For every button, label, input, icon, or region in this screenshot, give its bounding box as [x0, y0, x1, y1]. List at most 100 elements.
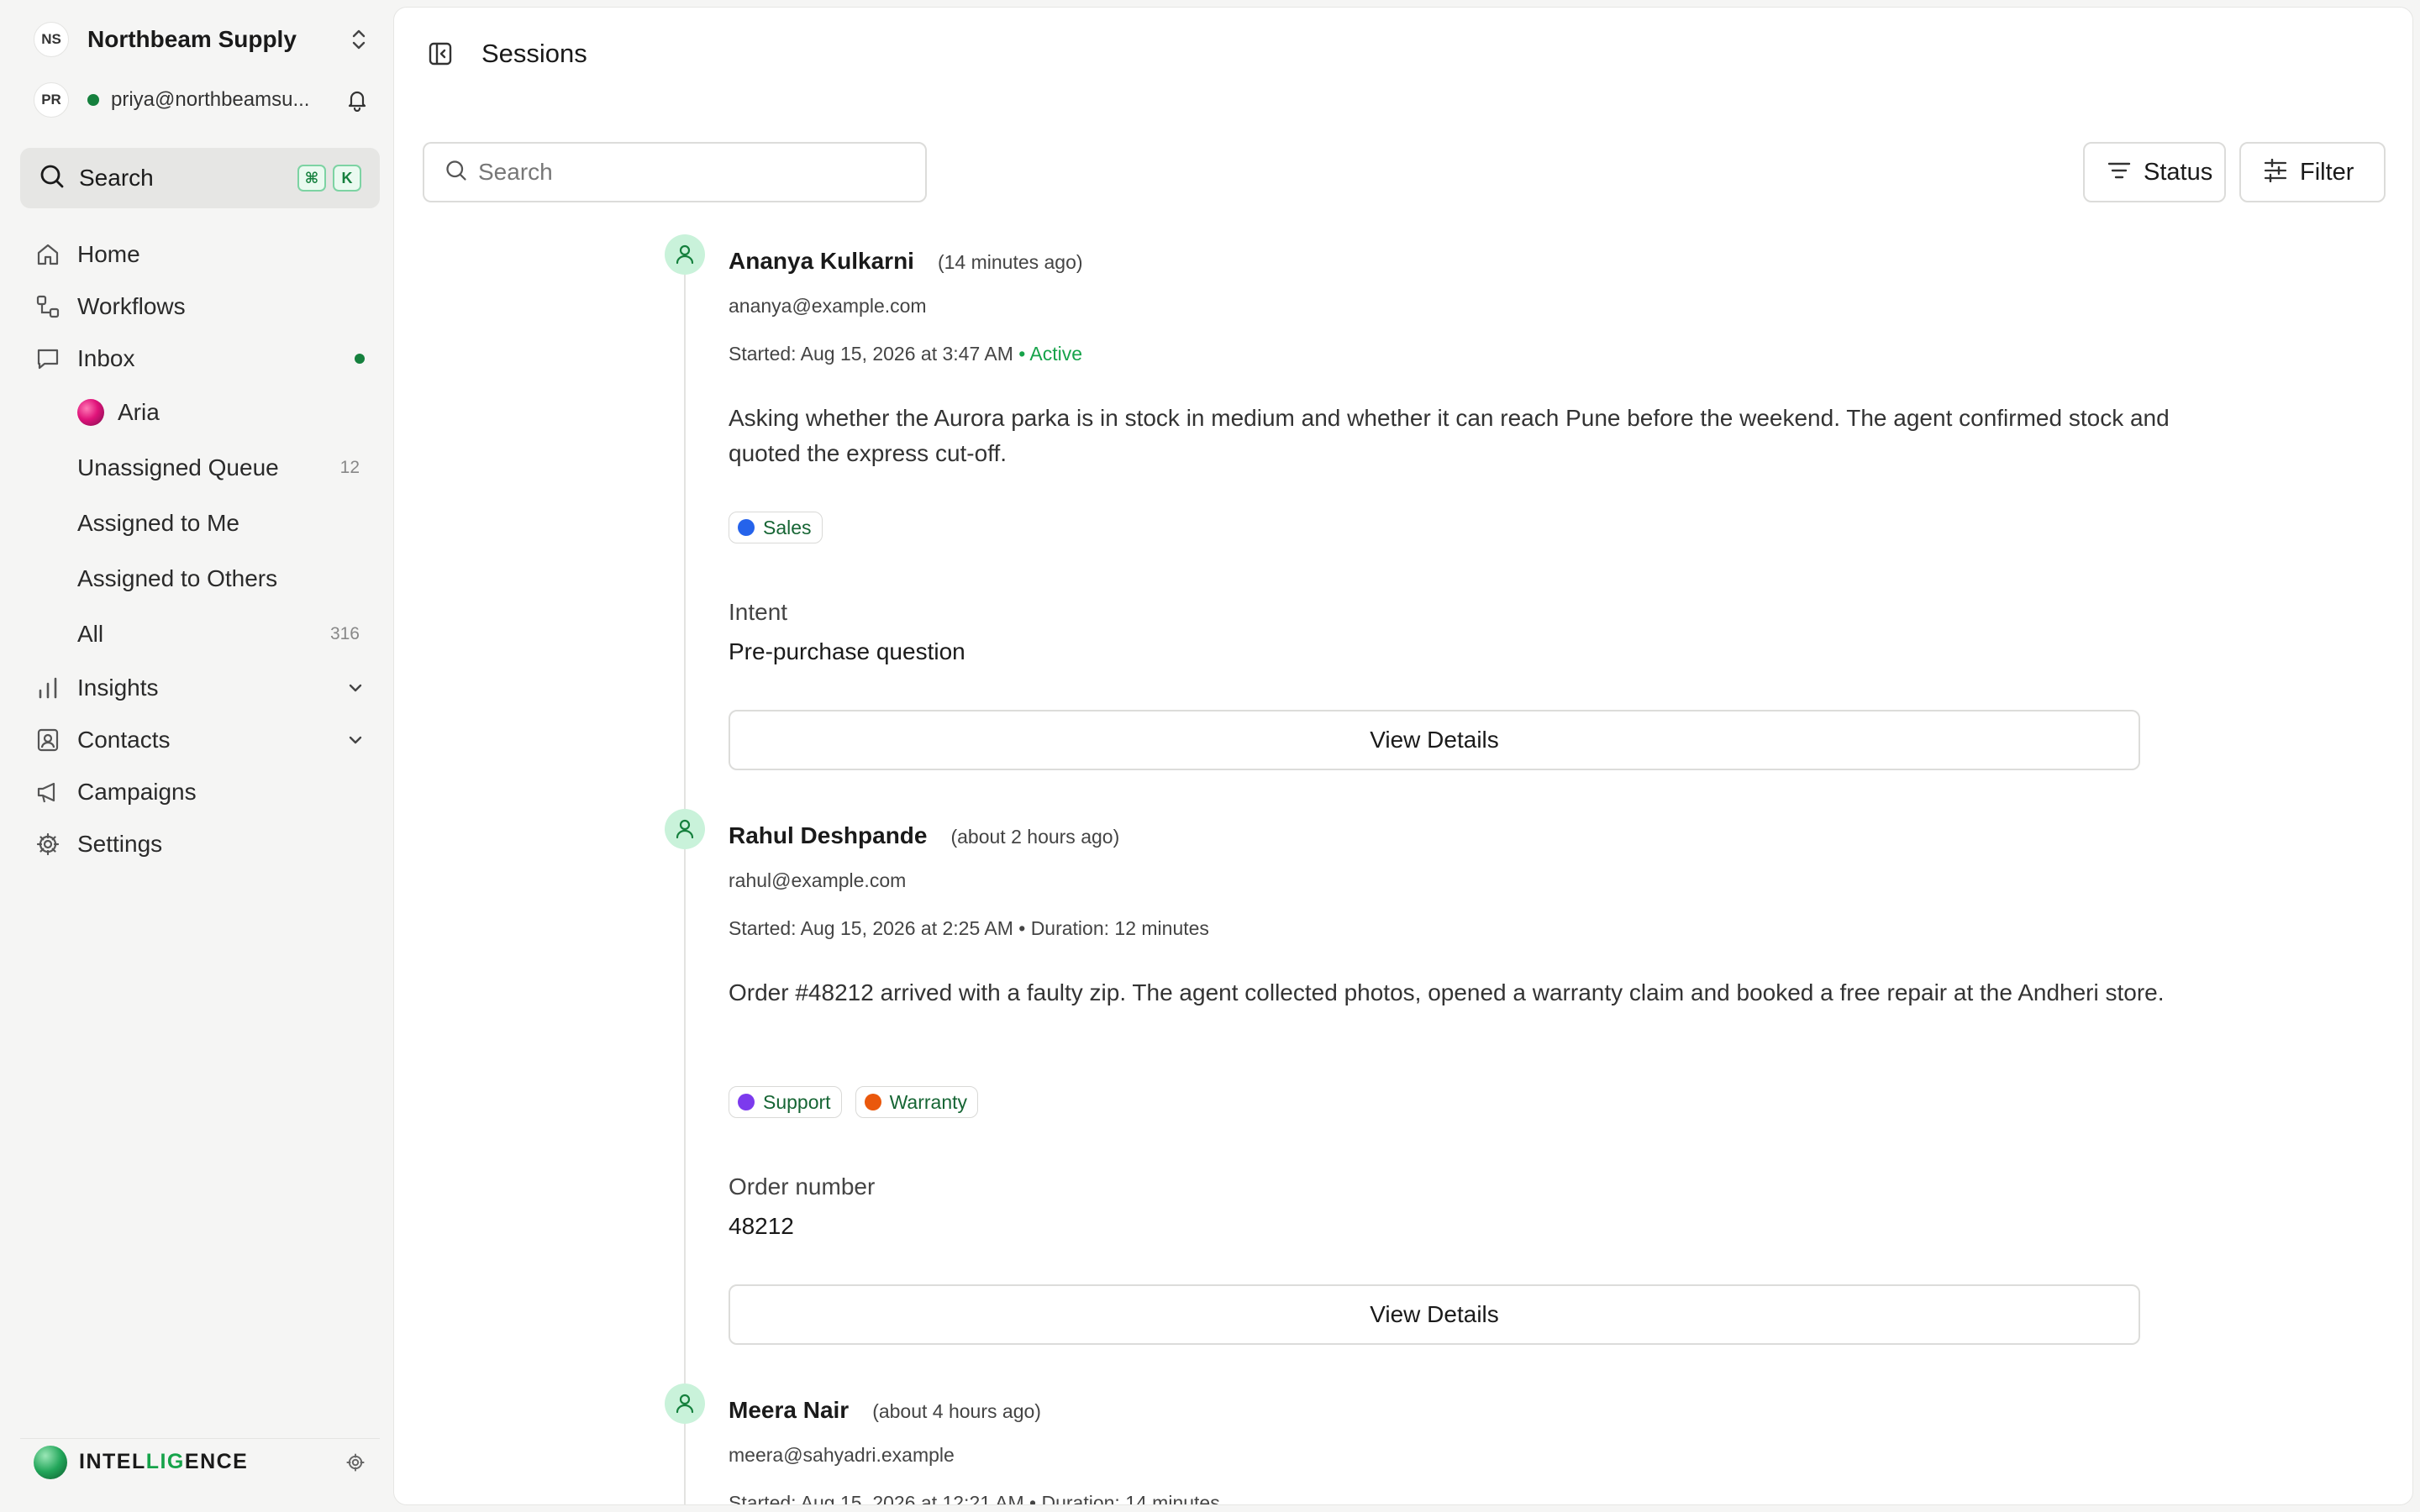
- status-button-label: Status: [2144, 158, 2213, 186]
- field-value: 48212: [729, 1213, 794, 1239]
- aria-avatar: [77, 399, 104, 426]
- tag-label: Sales: [763, 516, 812, 538]
- session-summary: Order #48212 arrived with a faulty zip. …: [729, 979, 2165, 1005]
- count-badge: 316: [329, 624, 360, 643]
- user-icon: [665, 1383, 705, 1424]
- sidebar-item-insights[interactable]: Insights: [20, 662, 380, 714]
- contact-name[interactable]: Rahul Deshpande: [729, 822, 927, 849]
- duration: • Duration: 12 minutes: [1018, 917, 1209, 939]
- kbd-k: K: [333, 165, 361, 192]
- sidebar-item-campaigns[interactable]: Campaigns: [20, 766, 380, 818]
- sidebar: NS Northbeam Supply PR priya@northbeamsu…: [0, 0, 393, 1512]
- tag-support[interactable]: Support: [729, 1086, 842, 1118]
- tag-label: Support: [763, 1090, 831, 1113]
- sidebar-item-workflows[interactable]: Workflows: [20, 281, 380, 333]
- user-icon: [665, 234, 705, 275]
- tag-list: Support Warranty: [729, 1086, 992, 1118]
- contact-name[interactable]: Ananya Kulkarni: [729, 248, 914, 275]
- filter-button[interactable]: Filter: [2239, 142, 2386, 202]
- sidebar-item-label: Contacts: [77, 727, 171, 753]
- sidebar-nav: Home Workflows Inbox Aria Unassigned Que…: [20, 228, 380, 870]
- sidebar-item-settings[interactable]: Settings: [20, 818, 380, 870]
- sidebar-subitem-all[interactable]: All 316: [20, 606, 380, 662]
- sidebar-item-inbox[interactable]: Inbox: [20, 333, 380, 385]
- tag-label: Warranty: [889, 1090, 968, 1113]
- sidebar-item-label: Assigned to Me: [77, 510, 239, 536]
- sidebar-item-label: Workflows: [77, 293, 186, 319]
- gear-icon: [34, 830, 62, 858]
- org-name: Northbeam Supply: [87, 26, 297, 52]
- tag-sales[interactable]: Sales: [729, 512, 823, 543]
- contact-icon: [34, 726, 62, 754]
- sidebar-subitem-unassigned-queue[interactable]: Unassigned Queue 12: [20, 440, 380, 496]
- sidebar-item-contacts[interactable]: Contacts: [20, 714, 380, 766]
- bell-icon[interactable]: [345, 87, 370, 113]
- sidebar-subitem-aria[interactable]: Aria: [20, 385, 380, 440]
- status-active: • Active: [1018, 343, 1083, 365]
- sidebar-subitem-assigned-to-me[interactable]: Assigned to Me: [20, 496, 380, 551]
- brand-part-3: ENCE: [184, 1450, 249, 1473]
- chevron-updown-icon: [348, 27, 370, 52]
- timeline-line: [684, 261, 686, 1504]
- started-at: Started: Aug 15, 2026 at 2:25 AM: [729, 917, 1013, 939]
- count-badge: 12: [339, 458, 360, 477]
- sidebar-item-label: Assigned to Others: [77, 565, 278, 591]
- tag-list: Sales: [729, 512, 836, 543]
- megaphone-icon: [34, 778, 62, 806]
- sliders-icon: [2263, 158, 2288, 186]
- sidebar-subitem-assigned-to-others[interactable]: Assigned to Others: [20, 551, 380, 606]
- relative-time: (14 minutes ago): [937, 251, 1083, 273]
- chevron-down-icon[interactable]: [343, 727, 368, 753]
- session-header: Ananya Kulkarni (14 minutes ago): [729, 248, 1083, 275]
- relative-time: (about 2 hours ago): [950, 826, 1120, 848]
- session-header: Meera Nair (about 4 hours ago): [729, 1397, 1041, 1424]
- sidebar-item-label: Aria: [118, 399, 160, 425]
- org-avatar: NS: [34, 22, 69, 57]
- view-details-button[interactable]: View Details: [729, 1284, 2140, 1345]
- view-details-button[interactable]: View Details: [729, 710, 2140, 770]
- chevron-down-icon[interactable]: [343, 675, 368, 701]
- filter-button-label: Filter: [2300, 158, 2354, 186]
- org-switcher[interactable]: NS Northbeam Supply: [34, 22, 370, 57]
- sidebar-toggle-icon[interactable]: [426, 39, 455, 68]
- started-at: Started: Aug 15, 2026 at 12:21 AM: [729, 1492, 1024, 1505]
- sidebar-item-label: All: [77, 621, 104, 647]
- workflow-icon: [34, 292, 62, 321]
- sidebar-item-label: Unassigned Queue: [77, 454, 279, 480]
- brand-part-2: LIG: [145, 1450, 185, 1473]
- gear-icon[interactable]: [343, 1450, 368, 1475]
- relative-time: (about 4 hours ago): [872, 1400, 1041, 1422]
- user-avatar: PR: [34, 82, 69, 118]
- field-value: Pre-purchase question: [729, 638, 965, 664]
- field-label: Intent: [729, 599, 788, 625]
- online-status-dot: [87, 94, 99, 106]
- sidebar-item-label: Inbox: [77, 345, 135, 371]
- kbd-cmd: ⌘: [297, 165, 326, 192]
- contact-name[interactable]: Meera Nair: [729, 1397, 849, 1424]
- sidebar-item-label: Home: [77, 241, 140, 267]
- tag-warranty[interactable]: Warranty: [855, 1086, 979, 1118]
- sidebar-item-home[interactable]: Home: [20, 228, 380, 281]
- search-icon: [39, 163, 66, 194]
- session-meta: Started: Aug 15, 2026 at 12:21 AM • Dura…: [729, 1492, 1220, 1505]
- sessions-search[interactable]: [423, 142, 927, 202]
- search-input[interactable]: [478, 159, 925, 186]
- search-icon: [445, 159, 468, 186]
- started-at: Started: Aug 15, 2026 at 3:47 AM: [729, 343, 1013, 365]
- brand-logo: [34, 1445, 67, 1479]
- filter-lines-icon: [2107, 160, 2132, 186]
- sidebar-footer: INTELLIGENCE: [20, 1438, 380, 1485]
- status-button[interactable]: Status: [2083, 142, 2226, 202]
- session-header: Rahul Deshpande (about 2 hours ago): [729, 822, 1119, 849]
- home-icon: [34, 240, 62, 269]
- user-row[interactable]: PR priya@northbeamsu...: [34, 82, 370, 118]
- user-icon: [665, 809, 705, 849]
- tag-color-dot: [738, 1094, 755, 1110]
- message-square-icon: [34, 344, 62, 373]
- sidebar-search-button[interactable]: Search ⌘ K: [20, 148, 380, 208]
- main-panel: Sessions Status Filter Ananya Kulkarni (…: [393, 7, 2413, 1505]
- contact-email: meera@sahyadri.example: [729, 1444, 955, 1466]
- unread-dot: [355, 354, 365, 364]
- contact-email: rahul@example.com: [729, 869, 907, 891]
- tag-color-dot: [864, 1094, 881, 1110]
